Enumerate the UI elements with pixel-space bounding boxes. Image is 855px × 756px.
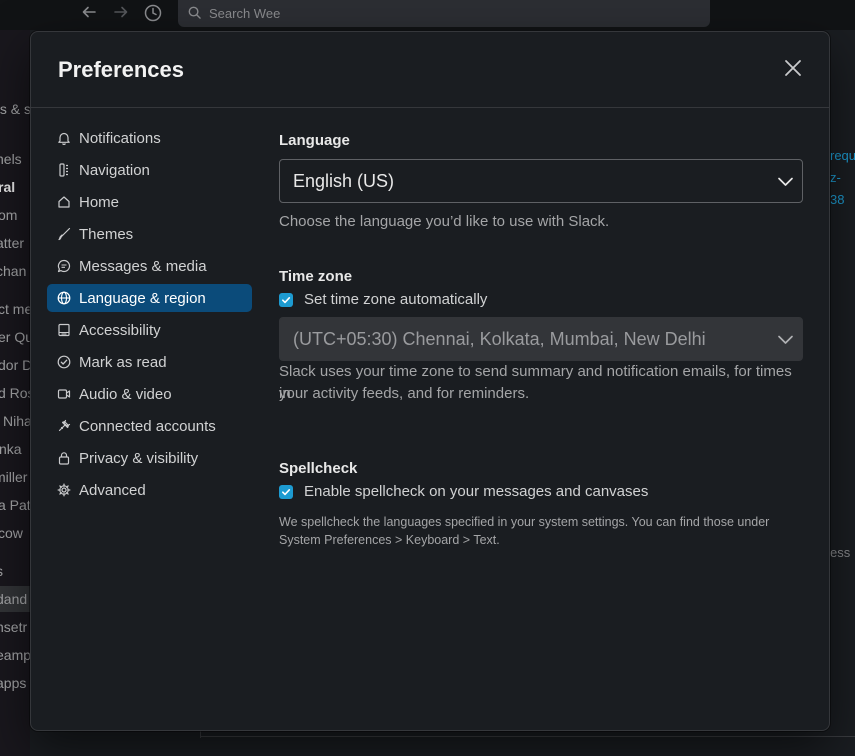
bg-sidebar-item[interactable]: apps bbox=[0, 675, 26, 691]
preferences-modal: Preferences Notifications Navigation Hom… bbox=[30, 31, 830, 731]
bg-sidebar-item[interactable]: om bbox=[0, 207, 17, 223]
chevron-down-icon bbox=[777, 173, 794, 195]
menu-item-label: Advanced bbox=[79, 481, 146, 499]
search-placeholder: Search Wee bbox=[209, 6, 281, 21]
bg-sidebar-item[interactable]: nsetr bbox=[0, 619, 27, 635]
language-help-text: Choose the language you’d like to use wi… bbox=[279, 213, 610, 230]
bg-sidebar-item[interactable]: ral bbox=[0, 179, 15, 195]
check-circle-icon bbox=[56, 355, 71, 370]
timezone-select: (UTC+05:30) Chennai, Kolkata, Mumbai, Ne… bbox=[279, 317, 803, 361]
menu-item-privacy-visibility[interactable]: Privacy & visibility bbox=[47, 444, 252, 472]
modal-header: Preferences bbox=[31, 32, 829, 108]
bg-sidebar-item[interactable]: Niha bbox=[3, 413, 30, 429]
background-content-edge: requ z- 38 ess bbox=[830, 30, 855, 756]
bg-sidebar-item[interactable]: s bbox=[0, 563, 3, 579]
chevron-down-icon bbox=[777, 331, 794, 353]
bg-sidebar-item[interactable]: cow bbox=[0, 525, 23, 541]
message-icon bbox=[56, 259, 71, 274]
spellcheck-section-title: Spellcheck bbox=[279, 460, 358, 477]
timezone-help-line2: your activity feeds, and for reminders. bbox=[279, 385, 530, 402]
video-icon bbox=[56, 387, 71, 402]
globe-icon bbox=[56, 291, 71, 306]
menu-item-home[interactable]: Home bbox=[47, 188, 252, 216]
bg-sidebar-item[interactable]: chan bbox=[0, 263, 26, 279]
forward-arrow-icon[interactable] bbox=[110, 4, 132, 26]
menu-item-label: Mark as read bbox=[79, 353, 167, 371]
menu-item-label: Messages & media bbox=[79, 257, 207, 275]
navigation-icon bbox=[56, 163, 71, 178]
language-select-value: English (US) bbox=[293, 170, 395, 191]
menu-item-label: Notifications bbox=[79, 129, 161, 147]
bg-sidebar-item[interactable]: eamp bbox=[0, 647, 30, 663]
bg-sidebar-item[interactable]: miller bbox=[0, 469, 27, 485]
gear-icon bbox=[56, 483, 71, 498]
menu-item-notifications[interactable]: Notifications bbox=[47, 124, 252, 152]
menu-item-themes[interactable]: Themes bbox=[47, 220, 252, 248]
menu-item-audio-video[interactable]: Audio & video bbox=[47, 380, 252, 408]
menu-item-navigation[interactable]: Navigation bbox=[47, 156, 252, 184]
close-icon bbox=[784, 59, 802, 82]
app-topbar: Search Wee bbox=[0, 0, 855, 30]
bg-sidebar-item[interactable]: ct me bbox=[0, 301, 30, 317]
spellcheck-toggle[interactable]: Enable spellcheck on your messages and c… bbox=[279, 483, 648, 500]
keyboard-icon bbox=[56, 323, 71, 338]
language-select[interactable]: English (US) bbox=[279, 159, 803, 203]
timezone-section-title: Time zone bbox=[279, 268, 353, 285]
bg-sidebar-item[interactable]: atter bbox=[0, 235, 24, 251]
timezone-select-value: (UTC+05:30) Chennai, Kolkata, Mumbai, Ne… bbox=[293, 328, 706, 349]
menu-item-mark-as-read[interactable]: Mark as read bbox=[47, 348, 252, 376]
bg-sidebar-item[interactable]: dor D bbox=[0, 357, 30, 373]
close-button[interactable] bbox=[779, 56, 807, 84]
spellcheck-checkbox[interactable] bbox=[279, 484, 293, 499]
auto-timezone-toggle[interactable]: Set time zone automatically bbox=[279, 291, 487, 308]
menu-item-label: Privacy & visibility bbox=[79, 449, 199, 467]
menu-item-label: Accessibility bbox=[79, 321, 161, 339]
menu-item-label: Audio & video bbox=[79, 385, 172, 403]
spellcheck-label: Enable spellcheck on your messages and c… bbox=[304, 483, 649, 500]
background-sidebar: ts & s nels ral om atter chan ct me er Q… bbox=[0, 30, 30, 756]
menu-item-connected-accounts[interactable]: Connected accounts bbox=[47, 412, 252, 440]
auto-timezone-label: Set time zone automatically bbox=[304, 291, 488, 308]
bg-sidebar-item[interactable]: nels bbox=[0, 151, 22, 167]
bg-divider bbox=[200, 736, 855, 737]
spellcheck-help-line1: We spellcheck the languages specified in… bbox=[279, 515, 770, 529]
history-clock-icon[interactable] bbox=[142, 4, 164, 26]
menu-item-advanced[interactable]: Advanced bbox=[47, 476, 252, 504]
bg-link-text[interactable]: z- bbox=[830, 170, 841, 185]
bg-sidebar-item[interactable]: d Ros bbox=[0, 385, 30, 401]
lock-icon bbox=[56, 451, 71, 466]
menu-item-label: Connected accounts bbox=[79, 417, 216, 435]
preferences-menu: Notifications Navigation Home Themes Mes… bbox=[47, 124, 252, 508]
menu-item-label: Home bbox=[79, 193, 120, 211]
bg-sidebar-item[interactable]: er Qu bbox=[0, 329, 30, 345]
auto-timezone-checkbox[interactable] bbox=[279, 292, 293, 307]
search-input[interactable]: Search Wee bbox=[178, 0, 710, 27]
back-arrow-icon[interactable] bbox=[78, 4, 100, 26]
plug-icon bbox=[56, 419, 71, 434]
search-icon bbox=[188, 6, 201, 22]
modal-title: Preferences bbox=[58, 57, 184, 82]
menu-item-label: Language & region bbox=[79, 289, 206, 307]
spellcheck-help-line2: System Preferences > Keyboard > Text. bbox=[279, 533, 500, 547]
bg-sidebar-item[interactable]: ts & s bbox=[0, 101, 30, 117]
bg-sidebar-item[interactable]: a Pat bbox=[0, 497, 30, 513]
bg-link-text[interactable]: 38 bbox=[830, 192, 844, 207]
menu-item-messages-media[interactable]: Messages & media bbox=[47, 252, 252, 280]
menu-item-label: Themes bbox=[79, 225, 134, 243]
menu-item-accessibility[interactable]: Accessibility bbox=[47, 316, 252, 344]
menu-item-language-region[interactable]: Language & region bbox=[47, 284, 252, 312]
bg-sidebar-item[interactable]: nka bbox=[0, 441, 22, 457]
home-icon bbox=[56, 195, 71, 210]
bg-link-text[interactable]: requ bbox=[830, 148, 855, 163]
brush-icon bbox=[56, 227, 71, 242]
bg-sidebar-item[interactable]: dand bbox=[0, 586, 30, 612]
bg-text: ess bbox=[830, 545, 851, 560]
menu-item-label: Navigation bbox=[79, 161, 150, 179]
language-section-title: Language bbox=[279, 132, 350, 149]
bell-icon bbox=[56, 131, 71, 146]
